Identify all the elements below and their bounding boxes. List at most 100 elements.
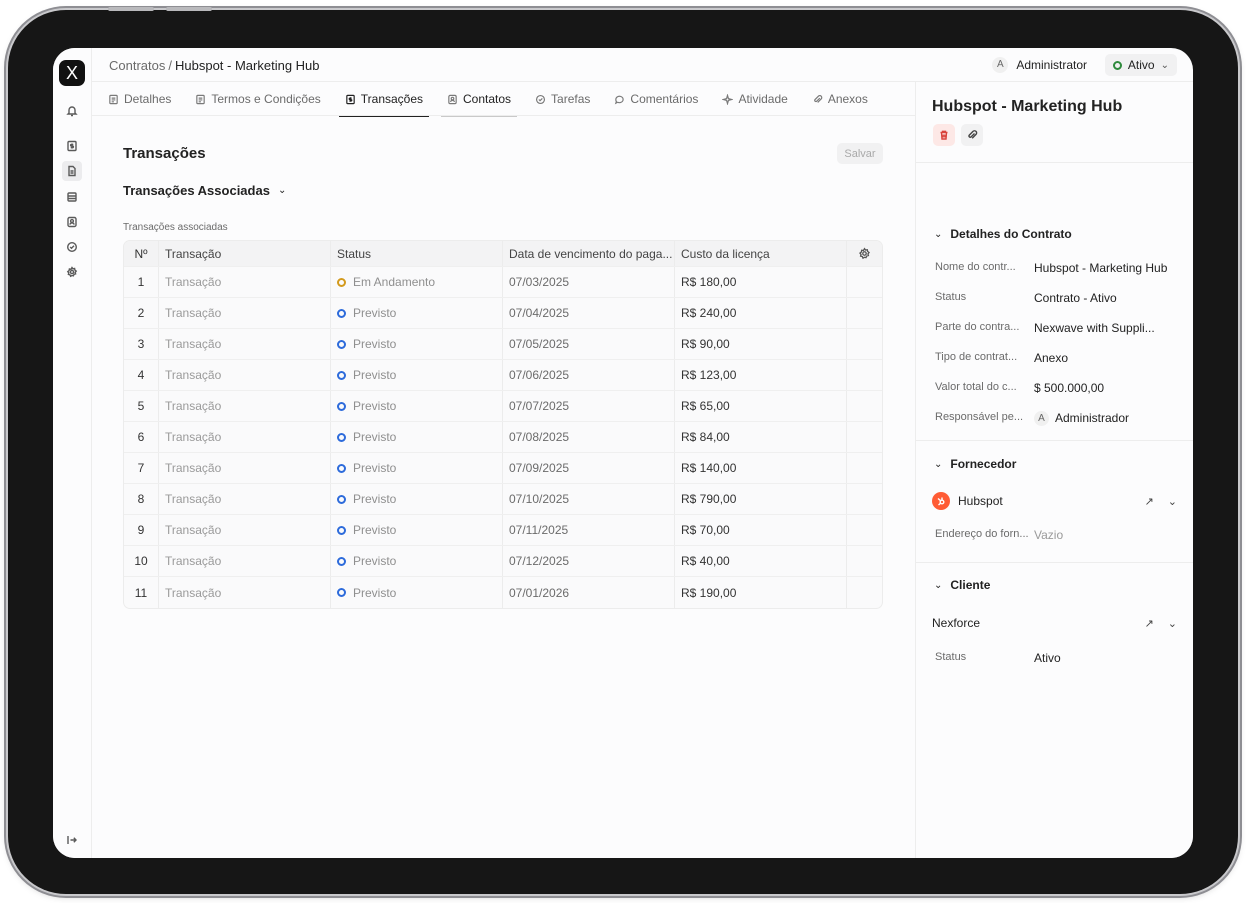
license-cost-cell[interactable]: R$ 65,00 [675, 391, 847, 421]
due-date-cell[interactable]: 07/08/2025 [503, 422, 675, 452]
table-row[interactable]: 10 Transação Previsto 07/12/2025 R$ 40,00 [124, 546, 882, 577]
status-cell[interactable]: Previsto [331, 453, 503, 483]
status-cell[interactable]: Previsto [331, 577, 503, 608]
license-cost-cell[interactable]: R$ 180,00 [675, 267, 847, 297]
check-circle-icon[interactable] [64, 239, 80, 255]
transaction-cell[interactable]: Transação [159, 484, 331, 514]
due-date-cell[interactable]: 07/07/2025 [503, 391, 675, 421]
table-row[interactable]: 1 Transação Em Andamento 07/03/2025 R$ 180,0… [124, 267, 882, 298]
expand-sidebar-icon[interactable] [64, 832, 80, 848]
table-row[interactable]: 5 Transação Previsto 07/07/2025 R$ 65,00 [124, 391, 882, 422]
table-row[interactable]: 9 Transação Previsto 07/11/2025 R$ 70,00 [124, 515, 882, 546]
table-row[interactable]: 4 Transação Previsto 07/06/2025 R$ 123,00 [124, 360, 882, 391]
status-cell[interactable]: Previsto [331, 391, 503, 421]
table-settings-button[interactable] [847, 241, 882, 266]
due-date-cell[interactable]: 07/09/2025 [503, 453, 675, 483]
tab-comentarios[interactable]: Comentários [608, 82, 704, 116]
tab-detalhes[interactable]: Detalhes [102, 82, 177, 116]
dollar-doc-icon[interactable] [64, 138, 80, 154]
chevron-down-icon[interactable]: ⌄ [1168, 495, 1177, 508]
field-value[interactable]: Anexo [1034, 351, 1185, 365]
delete-button[interactable] [933, 124, 955, 146]
field-value[interactable]: Nexwave with Suppli... [1034, 321, 1185, 335]
transaction-cell[interactable]: Transação [159, 329, 331, 359]
license-cost-cell[interactable]: R$ 40,00 [675, 546, 847, 576]
transaction-cell[interactable]: Transação [159, 422, 331, 452]
due-date-cell[interactable]: 07/04/2025 [503, 298, 675, 328]
tab-transacoes[interactable]: Transações [338, 82, 430, 117]
due-date-cell[interactable]: 07/05/2025 [503, 329, 675, 359]
status-cell[interactable]: Previsto [331, 546, 503, 576]
table-row[interactable]: 3 Transação Previsto 07/05/2025 R$ 90,00 [124, 329, 882, 360]
due-date-cell[interactable]: 07/10/2025 [503, 484, 675, 514]
due-date-cell[interactable]: 07/03/2025 [503, 267, 675, 297]
status-cell[interactable]: Previsto [331, 360, 503, 390]
tab-atividade[interactable]: Atividade [716, 82, 793, 116]
status-dropdown[interactable]: Ativo ⌄ [1104, 54, 1177, 76]
transaction-cell[interactable]: Transação [159, 360, 331, 390]
license-cost-cell[interactable]: R$ 790,00 [675, 484, 847, 514]
supplier-row[interactable]: Hubspot ↗ ⌄ [932, 492, 1177, 510]
license-cost-cell[interactable]: R$ 190,00 [675, 577, 847, 608]
column-header[interactable]: Data de vencimento do paga... [503, 241, 675, 266]
table-row[interactable]: 2 Transação Previsto 07/04/2025 R$ 240,00 [124, 298, 882, 329]
transaction-cell[interactable]: Transação [159, 391, 331, 421]
supplier-toggle[interactable]: ⌄ Fornecedor [934, 457, 1016, 471]
field-value[interactable]: Vazio [1034, 528, 1185, 542]
user-menu[interactable]: A Administrator [992, 57, 1087, 73]
license-cost-cell[interactable]: R$ 123,00 [675, 360, 847, 390]
column-header[interactable]: Status [331, 241, 503, 266]
table-row[interactable]: 7 Transação Previsto 07/09/2025 R$ 140,00 [124, 453, 882, 484]
chevron-down-icon[interactable]: ⌄ [1168, 617, 1177, 630]
associated-transactions-toggle[interactable]: Transações Associadas ⌄ [123, 183, 286, 198]
tab-contatos[interactable]: Contatos [441, 82, 518, 117]
license-cost-cell[interactable]: R$ 140,00 [675, 453, 847, 483]
column-header[interactable]: Nº [124, 241, 159, 266]
license-cost-cell[interactable]: R$ 240,00 [675, 298, 847, 328]
bell-icon[interactable] [64, 103, 80, 119]
due-date-cell[interactable]: 07/01/2026 [503, 577, 675, 608]
license-cost-cell[interactable]: R$ 90,00 [675, 329, 847, 359]
transaction-cell[interactable]: Transação [159, 298, 331, 328]
column-header[interactable]: Custo da licença [675, 241, 847, 266]
column-header[interactable]: Transação [159, 241, 331, 266]
tab-tarefas[interactable]: Tarefas [529, 82, 596, 116]
table-row[interactable]: 11 Transação Previsto 07/01/2026 R$ 190,00 [124, 577, 882, 608]
field-value[interactable]: Administrador [1055, 411, 1185, 426]
contract-details-toggle[interactable]: ⌄ Detalhes do Contrato [934, 227, 1072, 241]
database-icon[interactable] [64, 189, 80, 205]
save-button[interactable]: Salvar [837, 143, 883, 164]
status-cell[interactable]: Previsto [331, 422, 503, 452]
contact-icon[interactable] [64, 214, 80, 230]
client-toggle[interactable]: ⌄ Cliente [934, 578, 990, 592]
status-cell[interactable]: Em Andamento [331, 267, 503, 297]
contracts-icon[interactable] [62, 161, 82, 181]
app-logo[interactable]: X [59, 60, 85, 86]
external-link-icon[interactable]: ↗ [1145, 617, 1154, 630]
field-value[interactable]: $ 500.000,00 [1034, 381, 1185, 395]
table-row[interactable]: 8 Transação Previsto 07/10/2025 R$ 790,00 [124, 484, 882, 515]
transaction-cell[interactable]: Transação [159, 546, 331, 576]
transaction-cell[interactable]: Transação [159, 515, 331, 545]
client-row[interactable]: Nexforce ↗ ⌄ [932, 616, 1177, 630]
field-value[interactable]: Ativo [1034, 651, 1185, 665]
due-date-cell[interactable]: 07/11/2025 [503, 515, 675, 545]
transaction-cell[interactable]: Transação [159, 577, 331, 608]
transaction-cell[interactable]: Transação [159, 453, 331, 483]
breadcrumb-parent[interactable]: Contratos [109, 58, 165, 73]
due-date-cell[interactable]: 07/12/2025 [503, 546, 675, 576]
field-value[interactable]: Contrato - Ativo [1034, 291, 1185, 305]
license-cost-cell[interactable]: R$ 84,00 [675, 422, 847, 452]
license-cost-cell[interactable]: R$ 70,00 [675, 515, 847, 545]
due-date-cell[interactable]: 07/06/2025 [503, 360, 675, 390]
tab-anexos[interactable]: Anexos [806, 82, 874, 116]
transaction-cell[interactable]: Transação [159, 267, 331, 297]
status-cell[interactable]: Previsto [331, 298, 503, 328]
attach-button[interactable] [961, 124, 983, 146]
status-cell[interactable]: Previsto [331, 515, 503, 545]
table-row[interactable]: 6 Transação Previsto 07/08/2025 R$ 84,00 [124, 422, 882, 453]
status-cell[interactable]: Previsto [331, 484, 503, 514]
settings-icon[interactable] [64, 264, 80, 280]
field-value[interactable]: Hubspot - Marketing Hub [1034, 261, 1185, 275]
external-link-icon[interactable]: ↗ [1145, 495, 1154, 508]
